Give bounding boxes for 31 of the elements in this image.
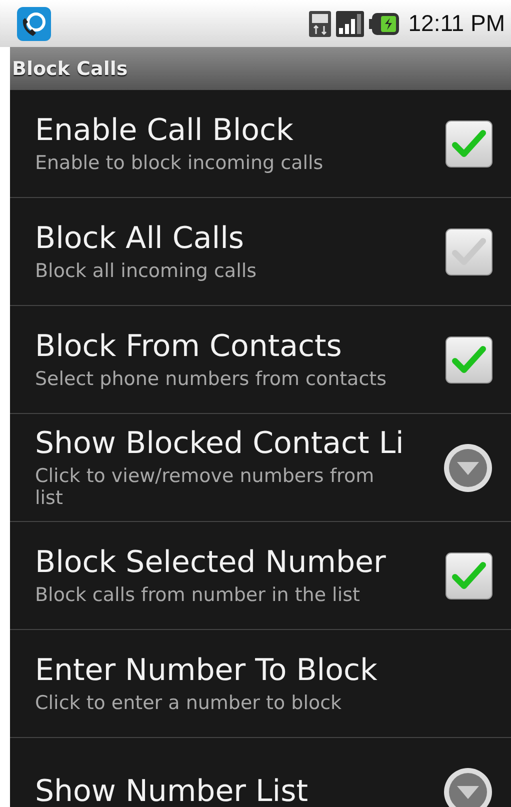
screen-title: Block Calls (12, 58, 128, 80)
setting-summary: Click to view/remove numbers from list (35, 465, 376, 509)
setting-row[interactable]: Show Number List (10, 738, 511, 807)
setting-title: Block All Calls (35, 221, 246, 256)
setting-title: Show Number List (35, 774, 309, 807)
signal-icon (336, 10, 364, 36)
setting-title: Block Selected Number (35, 545, 387, 580)
network-3g-icon (309, 10, 332, 36)
setting-summary: Click to enter a number to block (35, 692, 343, 714)
setting-row[interactable]: Enter Number To Block Click to enter a number to block (10, 630, 511, 738)
battery-charging-icon (369, 12, 400, 34)
setting-row[interactable]: Block All Calls Block all incoming calls (10, 198, 511, 306)
checked-checkbox[interactable] (445, 120, 493, 168)
phone-app-icon (16, 6, 52, 42)
setting-summary: Select phone numbers from contacts (35, 368, 388, 390)
unchecked-checkbox[interactable] (445, 228, 493, 276)
setting-summary: Block all incoming calls (35, 260, 258, 282)
checked-checkbox[interactable] (445, 552, 493, 600)
setting-summary: Enable to block incoming calls (35, 152, 324, 174)
setting-row[interactable]: Show Blocked Contact Li Click to view/remove numbers from list (10, 414, 511, 522)
setting-title: Block From Contacts (35, 329, 343, 364)
setting-title: Enter Number To Block (35, 653, 378, 688)
setting-summary: Block calls from number in the list (35, 584, 361, 606)
checked-checkbox[interactable] (445, 336, 493, 384)
setting-row[interactable]: Block Selected Number Block calls from number in the list (10, 522, 511, 630)
status-time: 12:11 PM (408, 10, 505, 37)
setting-title: Enable Call Block (35, 113, 294, 148)
setting-title: Show Blocked Contact Li (35, 426, 405, 461)
setting-row[interactable]: Enable Call Block Enable to block incoming calls (10, 90, 511, 198)
setting-row[interactable]: Block From Contacts Select phone numbers from contacts (10, 306, 511, 414)
dropdown-arrow-icon[interactable] (443, 766, 493, 807)
